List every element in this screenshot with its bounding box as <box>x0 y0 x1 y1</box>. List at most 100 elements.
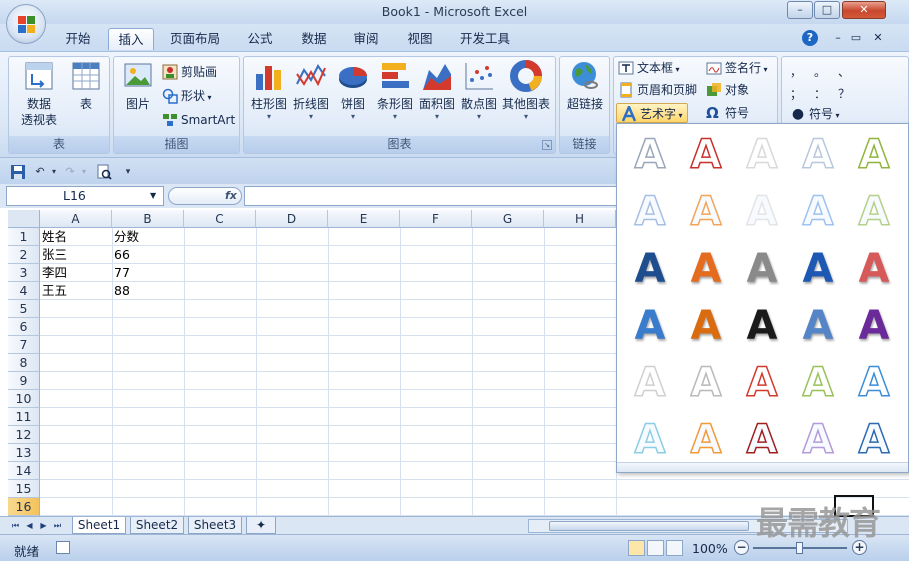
wordart-style-5-4[interactable]: A <box>790 356 846 410</box>
horizontal-scrollbar-thumb[interactable] <box>549 521 749 531</box>
cell-b2[interactable]: 66 <box>112 246 184 264</box>
first-sheet-icon[interactable]: ⏮ <box>10 519 21 532</box>
row-header-6[interactable]: 6 <box>8 318 40 336</box>
row-header-15[interactable]: 15 <box>8 480 40 498</box>
symbol-question[interactable]: ？ <box>838 85 850 102</box>
clipart-button[interactable]: 剪贴画 <box>162 62 217 82</box>
cell-b1[interactable]: 分数 <box>112 228 184 246</box>
row-header-3[interactable]: 3 <box>8 264 40 282</box>
tab-view[interactable]: 视图 <box>398 28 442 50</box>
column-header-b[interactable]: B <box>112 210 184 228</box>
minimize-ribbon-icon[interactable]: – <box>830 30 846 46</box>
pivot-table-button[interactable]: 数据 透视表 <box>13 60 65 128</box>
symbol-period[interactable]: 。 <box>814 63 826 80</box>
wordart-style-6-3[interactable]: A <box>734 413 790 467</box>
insert-sheet-icon[interactable]: ✦ <box>246 517 276 534</box>
wordart-style-3-5[interactable]: A <box>846 242 902 296</box>
row-header-1[interactable]: 1 <box>8 228 40 246</box>
other-charts-button[interactable]: 其他图表 ▾ <box>500 60 552 122</box>
row-header-16[interactable]: 16 <box>8 498 40 516</box>
wordart-style-2-2[interactable]: A <box>678 185 734 239</box>
special-symbol-button[interactable]: ● 符号 ▾ <box>790 104 840 124</box>
shapes-button[interactable]: 形状 ▾ <box>162 86 212 106</box>
wordart-style-1-2[interactable]: A <box>678 128 734 182</box>
tab-home[interactable]: 开始 <box>56 28 100 50</box>
hyperlink-button[interactable]: 超链接 <box>562 60 608 112</box>
insert-function-icon[interactable]: fx <box>225 189 237 202</box>
customize-qat-icon[interactable]: ▾ <box>120 164 136 180</box>
wordart-style-3-4[interactable]: A <box>790 242 846 296</box>
print-preview-icon[interactable] <box>96 164 112 180</box>
wordart-style-2-5[interactable]: A <box>846 185 902 239</box>
tab-developer[interactable]: 开发工具 <box>452 28 518 50</box>
wordart-style-5-3[interactable]: A <box>734 356 790 410</box>
row-header-8[interactable]: 8 <box>8 354 40 372</box>
cell-a1[interactable]: 姓名 <box>40 228 112 246</box>
wordart-style-4-1[interactable]: A <box>622 299 678 353</box>
symbol-colon[interactable]: ： <box>814 85 826 102</box>
picture-button[interactable]: 图片 <box>118 60 158 112</box>
row-header-10[interactable]: 10 <box>8 390 40 408</box>
smartart-button[interactable]: SmartArt <box>162 110 235 130</box>
wordart-style-2-1[interactable]: A <box>622 185 678 239</box>
help-icon[interactable]: ? <box>802 30 818 46</box>
tab-data[interactable]: 数据 <box>292 28 336 50</box>
column-header-c[interactable]: C <box>184 210 256 228</box>
header-footer-button[interactable]: 页眉和页脚 <box>618 80 697 100</box>
wordart-style-1-5[interactable]: A <box>846 128 902 182</box>
symbol-enum-comma[interactable]: 、 <box>838 63 850 80</box>
wordart-style-4-5[interactable]: A <box>846 299 902 353</box>
symbol-comma[interactable]: ， <box>790 63 802 80</box>
zoom-out-icon[interactable]: − <box>734 540 749 555</box>
gallery-resize-grip[interactable] <box>617 462 908 472</box>
column-header-h[interactable]: H <box>544 210 616 228</box>
wordart-style-3-3[interactable]: A <box>734 242 790 296</box>
wordart-style-5-2[interactable]: A <box>678 356 734 410</box>
bar-chart-button[interactable]: 条形图 ▾ <box>374 60 416 122</box>
wordart-style-1-1[interactable]: A <box>622 128 678 182</box>
charts-dialog-launcher-icon[interactable]: ↘ <box>542 140 552 150</box>
tab-insert[interactable]: 插入 <box>108 28 154 50</box>
object-button[interactable]: 对象 <box>706 80 749 100</box>
scatter-chart-button[interactable]: 散点图 ▾ <box>458 60 500 122</box>
close-button[interactable]: ✕ <box>842 1 886 19</box>
name-box-dropdown-icon[interactable]: ▼ <box>150 191 156 200</box>
signature-line-button[interactable]: 签名行 ▾ <box>706 58 768 78</box>
minimize-button[interactable]: – <box>787 1 813 19</box>
textbox-button[interactable]: 文本框 ▾ <box>618 58 680 78</box>
row-header-7[interactable]: 7 <box>8 336 40 354</box>
wordart-style-1-4[interactable]: A <box>790 128 846 182</box>
wordart-button[interactable]: 艺术字 ▾ <box>616 103 688 123</box>
zoom-level[interactable]: 100% <box>692 541 728 556</box>
symbol-semicolon[interactable]: ； <box>790 85 802 102</box>
close-workbook-icon[interactable]: ✕ <box>870 30 886 46</box>
tab-page-layout[interactable]: 页面布局 <box>162 28 228 50</box>
select-all-corner[interactable] <box>8 210 40 228</box>
wordart-style-4-3[interactable]: A <box>734 299 790 353</box>
column-chart-button[interactable]: 柱形图 ▾ <box>248 60 290 122</box>
wordart-style-6-5[interactable]: A <box>846 413 902 467</box>
wordart-style-6-4[interactable]: A <box>790 413 846 467</box>
wordart-style-4-2[interactable]: A <box>678 299 734 353</box>
wordart-style-2-4[interactable]: A <box>790 185 846 239</box>
last-sheet-icon[interactable]: ⏭ <box>52 519 63 532</box>
wordart-style-1-3[interactable]: A <box>734 128 790 182</box>
tab-review[interactable]: 审阅 <box>344 28 388 50</box>
page-layout-view-icon[interactable] <box>647 540 664 556</box>
symbol-omega-button[interactable]: Ω 符号 <box>706 103 749 123</box>
sheet-tab-1[interactable]: Sheet1 <box>72 517 126 534</box>
name-box[interactable]: L16 <box>6 186 164 206</box>
wordart-style-3-2[interactable]: A <box>678 242 734 296</box>
redo-dropdown-icon[interactable]: ▾ <box>76 164 92 180</box>
wordart-style-6-1[interactable]: A <box>622 413 678 467</box>
row-header-5[interactable]: 5 <box>8 300 40 318</box>
row-header-14[interactable]: 14 <box>8 462 40 480</box>
sheet-tab-2[interactable]: Sheet2 <box>130 517 184 534</box>
wordart-style-5-5[interactable]: A <box>846 356 902 410</box>
wordart-style-4-4[interactable]: A <box>790 299 846 353</box>
maximize-button[interactable]: □ <box>814 1 840 19</box>
column-header-g[interactable]: G <box>472 210 544 228</box>
row-header-12[interactable]: 12 <box>8 426 40 444</box>
column-header-f[interactable]: F <box>400 210 472 228</box>
cell-b3[interactable]: 77 <box>112 264 184 282</box>
